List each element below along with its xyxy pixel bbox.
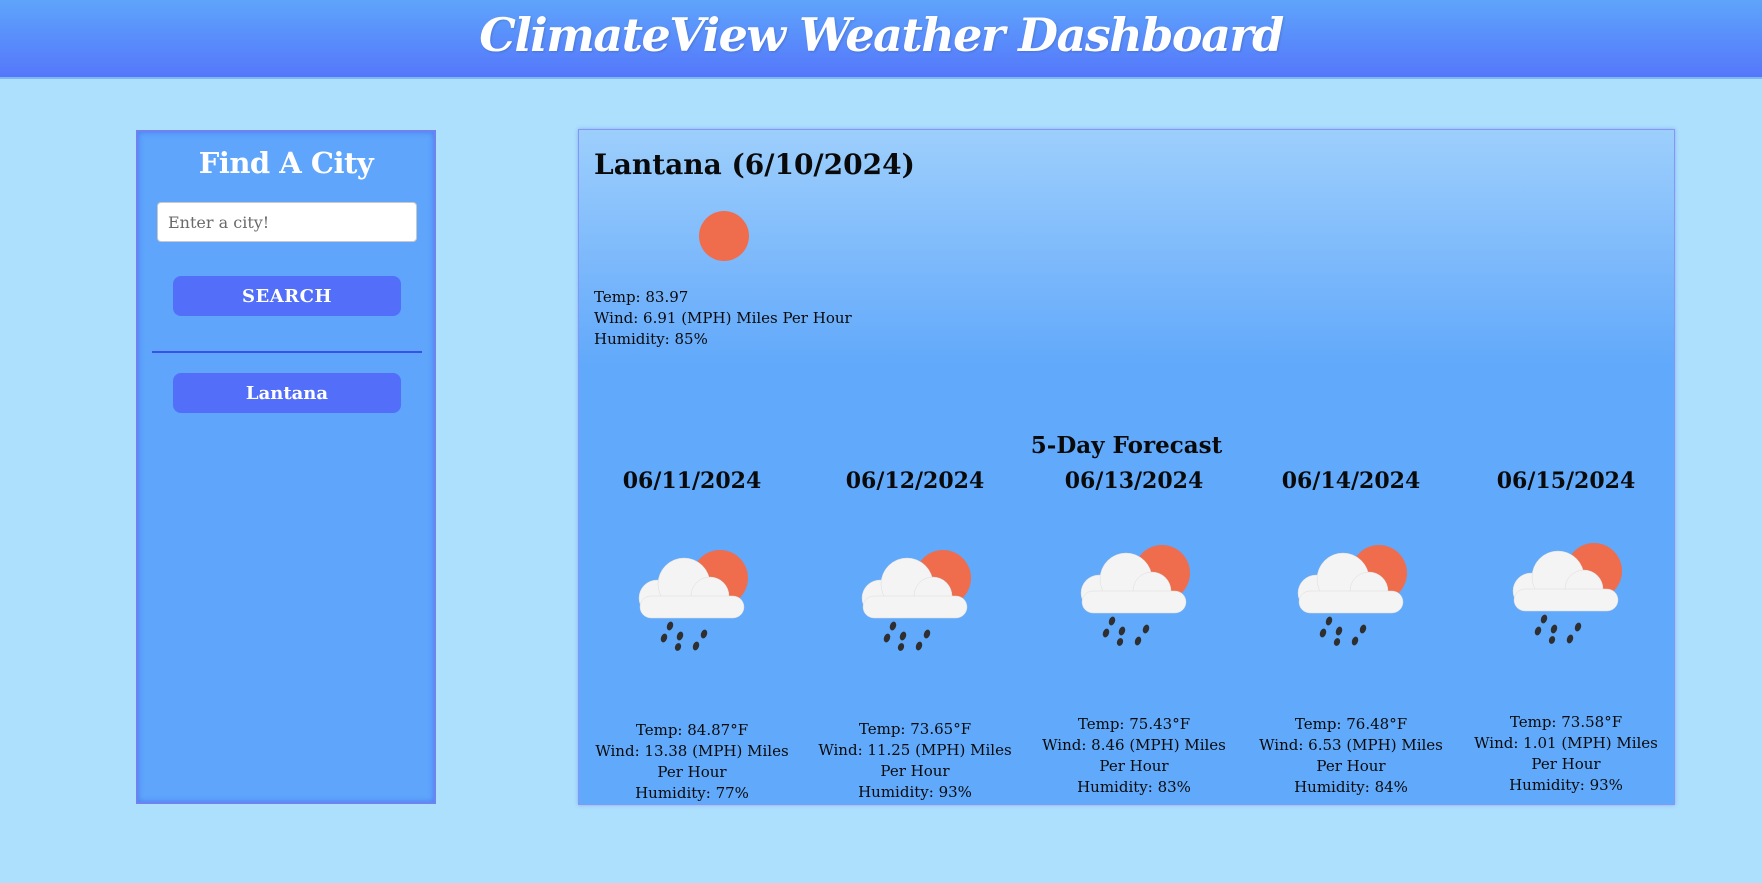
forecast-temp: Temp: 73.65°F	[858, 720, 972, 738]
forecast-humidity: Humidity: 93%	[1509, 776, 1623, 794]
forecast-stats: Temp: 73.58°F Wind: 1.01 (MPH) Miles Per …	[1461, 712, 1671, 796]
forecast-wind: Wind: 1.01 (MPH) Miles Per Hour	[1474, 734, 1658, 773]
sun-cloud-rain-icon	[1074, 535, 1194, 647]
sun-cloud-rain-icon	[855, 540, 975, 652]
forecast-wind: Wind: 11.25 (MPH) Miles Per Hour	[818, 741, 1012, 780]
forecast-stats: Temp: 73.65°F Wind: 11.25 (MPH) Miles Per…	[810, 719, 1020, 803]
forecast-humidity: Humidity: 77%	[635, 784, 749, 802]
forecast-humidity: Humidity: 84%	[1294, 778, 1408, 796]
city-search-input[interactable]	[157, 202, 417, 242]
divider	[152, 351, 422, 353]
forecast-date: 06/12/2024	[845, 468, 985, 494]
forecast-stats: Temp: 76.48°F Wind: 6.53 (MPH) Miles Per …	[1246, 714, 1456, 798]
forecast-date: 06/14/2024	[1281, 468, 1421, 494]
app-header: ClimateView Weather Dashboard	[0, 0, 1762, 79]
forecast-wind: Wind: 13.38 (MPH) Miles Per Hour	[595, 742, 789, 781]
forecast-day-card: 06/14/2024 Temp: 76.48°F Wind: 6.53 (MPH)…	[1246, 130, 1456, 806]
history-city-button[interactable]: Lantana	[173, 373, 401, 413]
forecast-wind: Wind: 8.46 (MPH) Miles Per Hour	[1042, 736, 1226, 775]
search-button[interactable]: SEARCH	[173, 276, 401, 316]
sun-cloud-rain-icon	[632, 540, 752, 652]
forecast-humidity: Humidity: 83%	[1077, 778, 1191, 796]
forecast-wind: Wind: 6.53 (MPH) Miles Per Hour	[1259, 736, 1443, 775]
forecast-temp: Temp: 73.58°F	[1509, 713, 1623, 731]
sun-cloud-rain-icon	[1506, 533, 1626, 645]
forecast-humidity: Humidity: 93%	[858, 783, 972, 801]
forecast-date: 06/11/2024	[622, 468, 762, 494]
forecast-day-card: 06/12/2024 Temp: 73.65°F Wind: 11.25 (MPH…	[810, 130, 1020, 806]
app-title: ClimateView Weather Dashboard	[479, 8, 1284, 62]
sun-cloud-rain-icon	[1291, 535, 1411, 647]
forecast-stats: Temp: 84.87°F Wind: 13.38 (MPH) Miles Per…	[587, 720, 797, 804]
forecast-temp: Temp: 76.48°F	[1294, 715, 1408, 733]
forecast-day-card: 06/15/2024 Temp: 73.58°F Wind: 1.01 (MPH)…	[1461, 130, 1671, 806]
search-panel-title: Find A City	[198, 146, 374, 180]
forecast-temp: Temp: 75.43°F	[1077, 715, 1191, 733]
forecast-date: 06/15/2024	[1496, 468, 1636, 494]
forecast-day-card: 06/13/2024 Temp: 75.43°F Wind: 8.46 (MPH)…	[1029, 130, 1239, 806]
forecast-stats: Temp: 75.43°F Wind: 8.46 (MPH) Miles Per …	[1029, 714, 1239, 798]
forecast-temp: Temp: 84.87°F	[635, 721, 749, 739]
city-search-panel: Find A City SEARCH Lantana	[136, 130, 436, 804]
forecast-day-card: 06/11/2024 Temp: 84.87°F Wind: 13.38 (MPH…	[587, 130, 797, 806]
forecast-date: 06/13/2024	[1064, 468, 1204, 494]
weather-panel: Lantana (6/10/2024) Temp: 83.97 Wind: 6.…	[578, 129, 1675, 805]
